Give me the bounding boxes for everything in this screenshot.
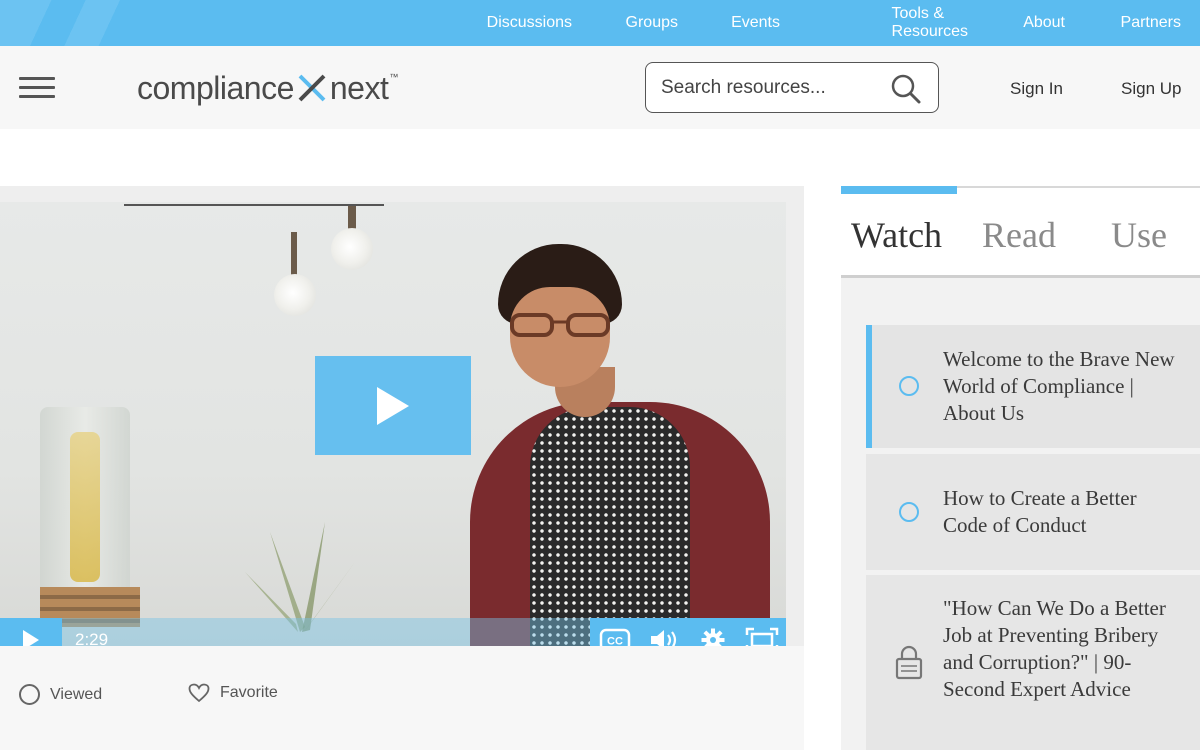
unwatched-circle-icon	[899, 502, 919, 522]
nav-link-discussions[interactable]: Discussions	[487, 14, 572, 32]
glasses	[510, 313, 610, 337]
video-player: 2:29 CC	[0, 186, 804, 646]
favorite-label: Favorite	[220, 684, 278, 701]
logo-text-left: compliance	[137, 69, 294, 106]
closed-captions-icon: CC	[599, 628, 630, 647]
background-plant	[245, 522, 355, 632]
video-frame[interactable]: 2:29 CC	[0, 202, 786, 646]
nav-link-groups[interactable]: Groups	[626, 14, 678, 32]
playlist-panel: Watch Read Use Welcome to the Brave New …	[841, 186, 1200, 750]
playlist-item[interactable]: How to Create a Better Code of Conduct	[866, 454, 1200, 570]
volume-icon	[650, 630, 676, 646]
nav-link-about[interactable]: About	[1023, 14, 1065, 32]
viewed-circle-icon	[19, 684, 40, 705]
captions-button[interactable]: CC	[590, 618, 639, 646]
search-box	[645, 62, 939, 113]
favorite-toggle[interactable]: Favorite	[188, 683, 278, 703]
big-play-button[interactable]	[315, 356, 471, 455]
play-icon	[23, 630, 39, 646]
fullscreen-button[interactable]	[737, 618, 786, 646]
heart-icon	[188, 683, 210, 703]
settings-button[interactable]	[688, 618, 737, 646]
video-duration: 2:29	[75, 630, 109, 646]
nav-link-partners[interactable]: Partners	[1121, 14, 1181, 32]
viewed-label: Viewed	[50, 685, 103, 703]
site-header: compliance next ™ Sign In Sign Up	[0, 46, 1200, 129]
tab-use[interactable]: Use	[1111, 214, 1167, 256]
tab-read[interactable]: Read	[982, 214, 1056, 256]
playlist-item[interactable]: "How Can We Do a Better Job at Preventin…	[866, 575, 1200, 750]
active-tab-indicator	[841, 186, 957, 194]
progress-bar[interactable]	[62, 618, 590, 646]
fullscreen-icon	[745, 627, 778, 646]
playlist-item-title: How to Create a Better Code of Conduct	[943, 486, 1137, 537]
tab-watch[interactable]: Watch	[851, 214, 942, 256]
logo-x-icon	[298, 74, 326, 102]
unwatched-circle-icon	[899, 376, 919, 396]
playlist-item[interactable]: Welcome to the Brave New World of Compli…	[866, 325, 1200, 448]
sign-in-link[interactable]: Sign In	[1010, 79, 1063, 99]
gear-icon	[701, 628, 724, 646]
top-nav-bar: Discussions Groups Events Tools & Resour…	[0, 0, 1200, 46]
person-blouse	[530, 407, 690, 646]
play-button[interactable]	[0, 618, 62, 646]
play-icon	[377, 386, 409, 425]
viewed-toggle[interactable]: Viewed	[19, 684, 102, 705]
player-controls-right: CC	[590, 618, 786, 646]
search-input[interactable]	[661, 76, 891, 99]
nav-pattern	[0, 0, 150, 46]
content-tabs: Watch Read Use	[841, 186, 1200, 278]
playlist-item-title: Welcome to the Brave New World of Compli…	[943, 347, 1175, 425]
search-icon[interactable]	[890, 73, 922, 105]
light-bulb	[274, 274, 316, 316]
volume-button[interactable]	[639, 618, 688, 646]
svg-text:CC: CC	[607, 636, 623, 647]
video-actions: Viewed Favorite	[0, 646, 804, 750]
light-bulb	[331, 228, 373, 270]
nav-link-tools-resources[interactable]: Tools & Resources	[892, 5, 968, 41]
player-controls: 2:29 CC	[0, 618, 786, 646]
lock-icon	[895, 645, 923, 680]
playlist-item-title: "How Can We Do a Better Job at Preventin…	[943, 596, 1166, 701]
logo-text-right: next	[329, 69, 389, 106]
nav-link-events[interactable]: Events	[731, 14, 780, 32]
menu-icon[interactable]	[19, 77, 55, 101]
site-logo[interactable]: compliance next ™	[137, 68, 398, 108]
logo-trademark: ™	[389, 72, 398, 82]
sign-up-link[interactable]: Sign Up	[1121, 79, 1181, 99]
